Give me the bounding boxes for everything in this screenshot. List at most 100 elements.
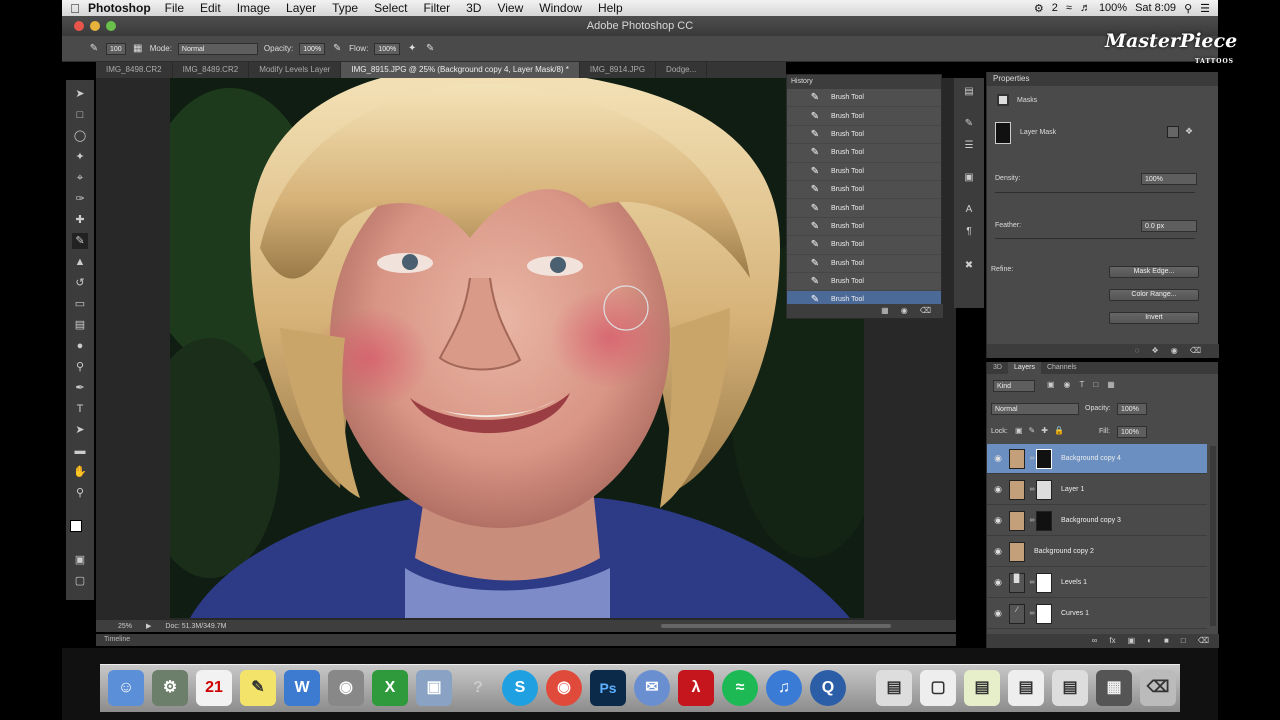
- mail-icon[interactable]: ✉: [634, 670, 670, 706]
- layer-row[interactable]: ◉ Background copy 2: [987, 537, 1207, 567]
- spotify-icon[interactable]: ≈: [722, 670, 758, 706]
- image-capture-icon[interactable]: ◉: [328, 670, 364, 706]
- itunes-icon[interactable]: ♫: [766, 670, 802, 706]
- mask-edge-button[interactable]: Mask Edge...: [1109, 266, 1199, 278]
- menu-3d[interactable]: 3D: [466, 1, 481, 15]
- layer-row-selected[interactable]: ◉ ∞ Background copy 4: [987, 444, 1207, 474]
- battery-level[interactable]: 100%: [1099, 2, 1127, 14]
- layer-row[interactable]: ◉ ∞ Layer 1: [987, 475, 1207, 505]
- density-field[interactable]: 100%: [1141, 173, 1197, 185]
- downloads-stack-icon[interactable]: ▦: [1096, 670, 1132, 706]
- doc-tab[interactable]: IMG_8498.CR2: [96, 62, 173, 78]
- layer-fill-field[interactable]: 100%: [1117, 426, 1147, 438]
- tool-presets-icon[interactable]: ✖: [961, 258, 977, 274]
- pressure-size-icon[interactable]: ✎: [424, 43, 436, 55]
- photoshop-icon[interactable]: Ps: [590, 670, 626, 706]
- status-badge[interactable]: 2: [1052, 2, 1058, 14]
- menu-image[interactable]: Image: [237, 1, 270, 15]
- history-item[interactable]: ✎ Brush Tool: [787, 89, 941, 108]
- crop-tool-icon[interactable]: ⌖: [72, 170, 88, 186]
- brush-panel-icon[interactable]: ▦: [132, 43, 144, 55]
- eye-icon[interactable]: ◉: [987, 608, 1009, 619]
- history-brush-tool-icon[interactable]: ↺: [72, 275, 88, 291]
- layer-row[interactable]: ◉ ▉ ∞ Levels 1: [987, 568, 1207, 598]
- menu-filter[interactable]: Filter: [423, 1, 450, 15]
- lock-icons[interactable]: ▣✎✚🔒: [1015, 426, 1070, 435]
- volume-icon[interactable]: ♬: [1080, 2, 1091, 14]
- history-item[interactable]: ✎ Brush Tool: [787, 199, 941, 218]
- excel-icon[interactable]: X: [372, 670, 408, 706]
- link-layers-icon[interactable]: ∞: [1092, 634, 1098, 648]
- path-select-tool-icon[interactable]: ➤: [72, 422, 88, 438]
- zoom-window-button[interactable]: [106, 21, 116, 31]
- link-icon[interactable]: ∞: [1028, 579, 1036, 586]
- document-stack-icon[interactable]: ▤: [964, 670, 1000, 706]
- mode-select[interactable]: Normal: [177, 42, 258, 55]
- system-preferences-icon[interactable]: ⚙: [152, 670, 188, 706]
- doc-tab[interactable]: Dodge...: [656, 62, 708, 78]
- document-canvas[interactable]: [170, 78, 864, 618]
- history-item[interactable]: ✎ Brush Tool: [787, 163, 941, 181]
- brush-size-field[interactable]: 100: [106, 42, 126, 55]
- layer-mask-thumbnail[interactable]: [1036, 603, 1052, 624]
- apple-icon[interactable]: : [62, 1, 88, 16]
- notification-icon[interactable]: ⚙: [1034, 2, 1044, 15]
- visibility-icon[interactable]: ◉: [1171, 344, 1178, 358]
- doc-tab-active[interactable]: IMG_8915.JPG @ 25% (Background copy 4, L…: [341, 62, 580, 78]
- eye-icon[interactable]: ◉: [987, 453, 1009, 464]
- tab-3d[interactable]: 3D: [987, 362, 1008, 374]
- layer-mask-thumbnail[interactable]: [1036, 510, 1052, 531]
- brush-presets-icon[interactable]: ✎: [961, 116, 977, 132]
- apply-mask-icon[interactable]: ❖: [1152, 344, 1159, 358]
- adjustments-icon[interactable]: ☰: [961, 138, 977, 154]
- flow-field[interactable]: 100%: [374, 42, 401, 55]
- finder-icon[interactable]: ☺: [108, 670, 144, 706]
- link-icon[interactable]: ∞: [1028, 455, 1036, 462]
- foreground-color-swatch[interactable]: [70, 520, 82, 532]
- history-item[interactable]: ✎ Brush Tool: [787, 107, 941, 126]
- timeline-tab[interactable]: Timeline: [104, 636, 130, 643]
- history-panel-icon[interactable]: ▤: [961, 84, 977, 100]
- clock[interactable]: Sat 8:09: [1135, 2, 1176, 14]
- info-panel-icon[interactable]: ▣: [961, 170, 977, 186]
- trash-icon[interactable]: ⌫: [920, 304, 931, 318]
- link-icon[interactable]: ∞: [1028, 486, 1036, 493]
- menu-help[interactable]: Help: [598, 1, 623, 15]
- spotlight-icon[interactable]: ⚲: [1184, 2, 1192, 15]
- trash-icon[interactable]: ⌫: [1140, 670, 1176, 706]
- marquee-tool-icon[interactable]: □: [72, 107, 88, 123]
- gradient-tool-icon[interactable]: ▤: [72, 317, 88, 333]
- layer-mask-thumbnail[interactable]: [1036, 572, 1052, 593]
- history-item[interactable]: ✎ Brush Tool: [787, 273, 941, 292]
- blur-tool-icon[interactable]: ●: [72, 338, 88, 354]
- new-layer-icon[interactable]: □: [1181, 634, 1186, 648]
- pen-tool-icon[interactable]: ✒: [72, 380, 88, 396]
- type-tool-icon[interactable]: T: [72, 401, 88, 417]
- doc-tab[interactable]: Modify Levels Layer: [249, 62, 342, 78]
- pixel-mask-icon[interactable]: [1167, 126, 1179, 138]
- menu-layer[interactable]: Layer: [286, 1, 316, 15]
- menu-select[interactable]: Select: [374, 1, 407, 15]
- zoom-level[interactable]: 25%: [118, 623, 132, 630]
- new-document-from-state-icon[interactable]: ▦: [881, 304, 889, 318]
- add-mask-icon[interactable]: ▣: [1128, 634, 1136, 648]
- preview-icon[interactable]: ▣: [416, 670, 452, 706]
- history-item[interactable]: ✎ Brush Tool: [787, 236, 941, 255]
- word-icon[interactable]: W: [284, 670, 320, 706]
- link-icon[interactable]: ∞: [1028, 610, 1036, 617]
- layers-scrollbar[interactable]: [1210, 446, 1216, 626]
- eye-icon[interactable]: ◉: [987, 515, 1009, 526]
- link-icon[interactable]: ∞: [1028, 517, 1036, 524]
- blend-mode-select[interactable]: Normal: [991, 403, 1079, 415]
- history-item[interactable]: ✎ Brush Tool: [787, 218, 941, 237]
- acrobat-icon[interactable]: λ: [678, 670, 714, 706]
- layer-filter-kind-select[interactable]: Kind: [993, 380, 1035, 392]
- eyedropper-tool-icon[interactable]: ✑: [72, 191, 88, 207]
- load-selection-icon[interactable]: ◌: [1135, 344, 1140, 358]
- tab-channels[interactable]: Channels: [1041, 362, 1083, 374]
- density-slider[interactable]: [995, 192, 1195, 193]
- adjustment-layer-icon[interactable]: ◐: [1147, 634, 1152, 648]
- snapshot-camera-icon[interactable]: ◉: [901, 304, 908, 318]
- character-panel-icon[interactable]: A: [961, 202, 977, 218]
- brush-tool-icon[interactable]: ✎: [72, 233, 88, 249]
